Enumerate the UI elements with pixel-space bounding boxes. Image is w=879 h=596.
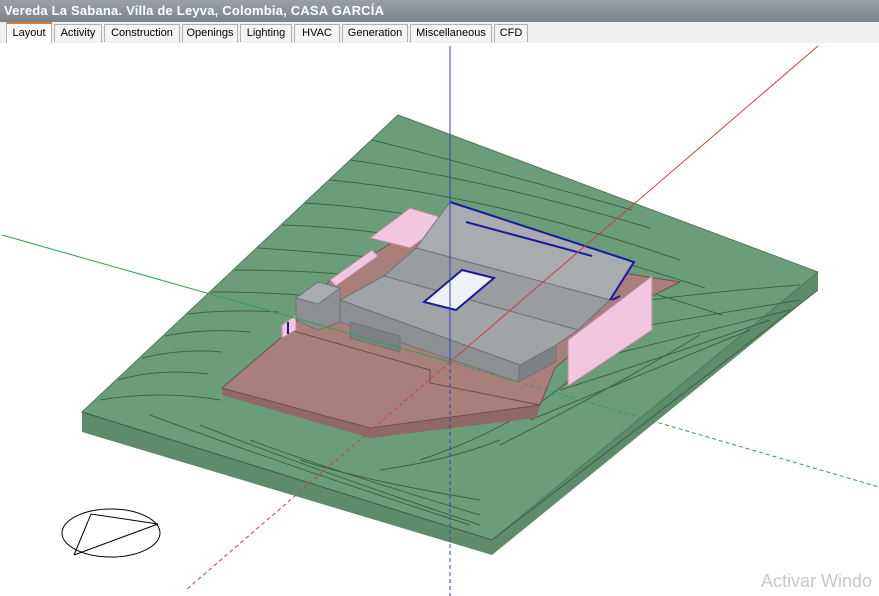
tab-openings[interactable]: Openings (182, 24, 238, 42)
tab-activity[interactable]: Activity (54, 24, 102, 42)
tab-generation[interactable]: Generation (342, 24, 408, 42)
tab-hvac[interactable]: HVAC (294, 24, 340, 42)
tab-strip: Layout Activity Construction Openings Li… (0, 22, 879, 44)
compass-icon (61, 508, 161, 558)
tab-layout[interactable]: Layout (6, 22, 52, 43)
activation-watermark: Activar Windo (761, 571, 873, 591)
tab-construction[interactable]: Construction (104, 24, 180, 42)
tab-miscellaneous[interactable]: Miscellaneous (410, 24, 492, 42)
tab-cfd[interactable]: CFD (494, 24, 528, 42)
3d-viewport[interactable]: Activar Windo (0, 43, 879, 596)
window-title: Vereda La Sabana. Villa de Leyva, Colomb… (4, 3, 385, 18)
title-bar: Vereda La Sabana. Villa de Leyva, Colomb… (0, 0, 879, 22)
tab-lighting[interactable]: Lighting (240, 24, 292, 42)
model-scene[interactable] (0, 43, 879, 596)
